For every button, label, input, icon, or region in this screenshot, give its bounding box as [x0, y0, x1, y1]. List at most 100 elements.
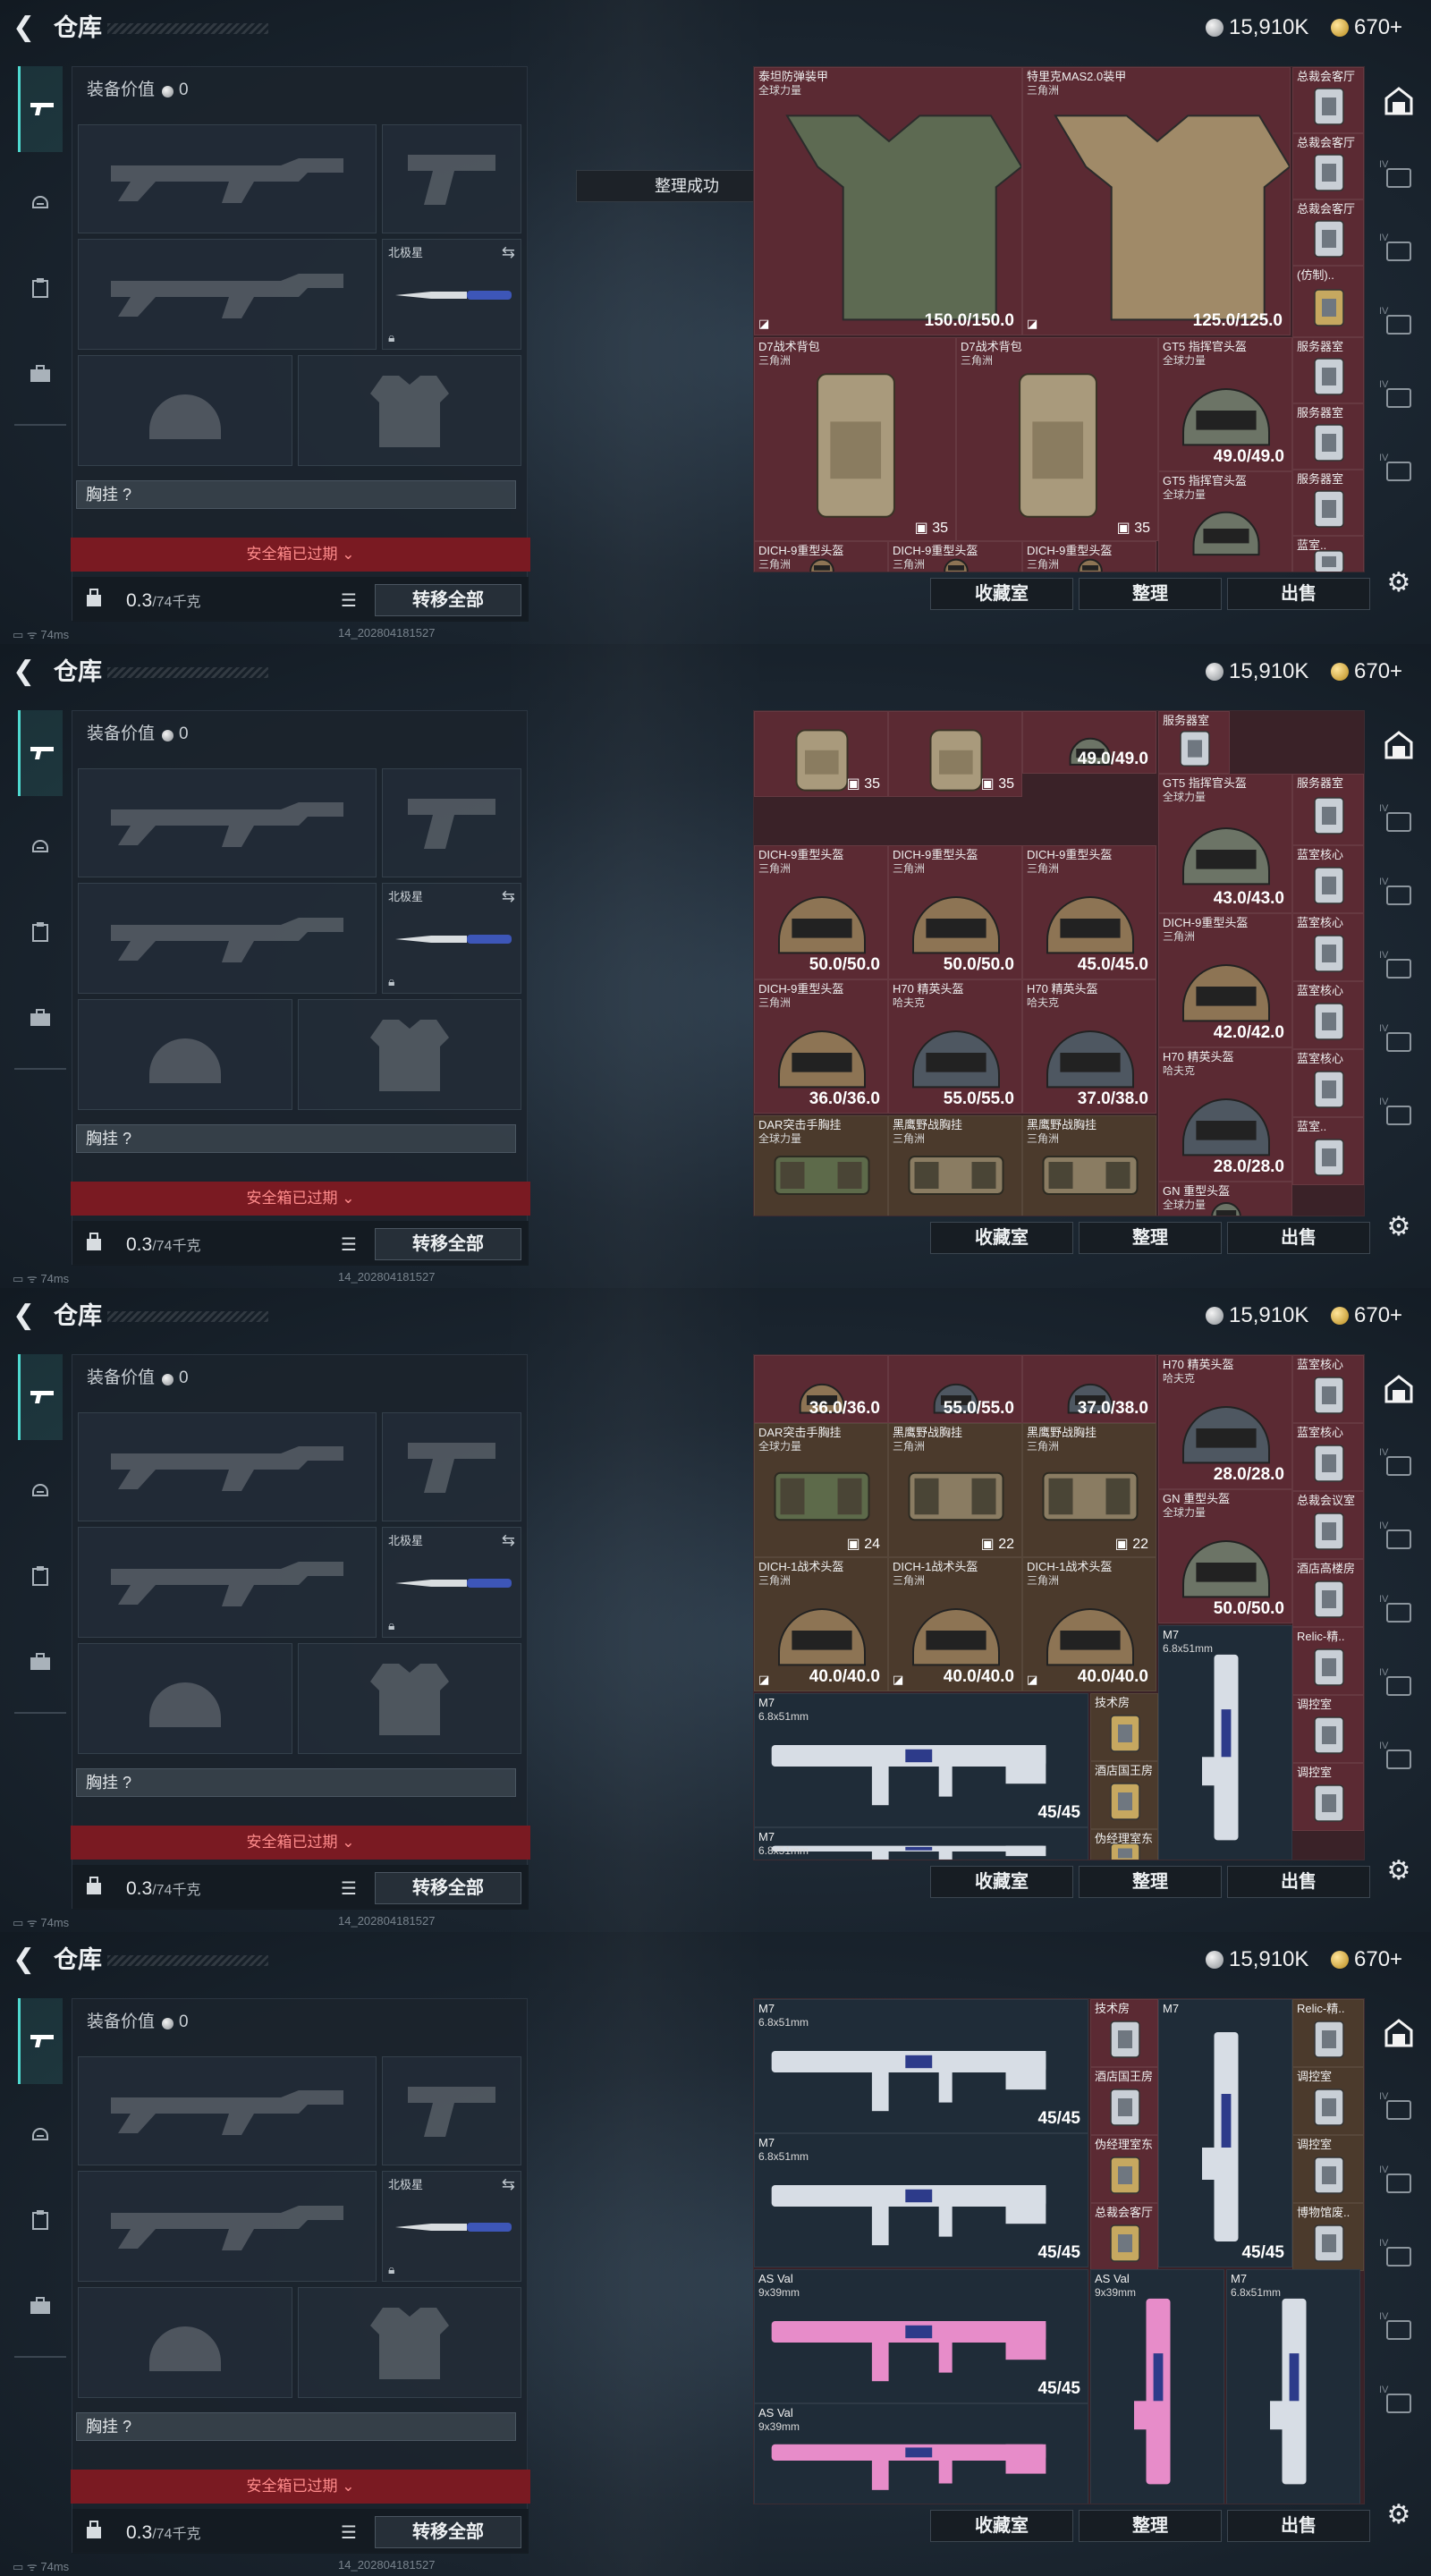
list-icon[interactable]: ☰	[341, 1233, 357, 1256]
stash-item[interactable]: 蓝室..	[1292, 536, 1364, 572]
secondary-weapon-slot[interactable]	[78, 2171, 377, 2282]
stash-item[interactable]: AS Val 9x39mm	[754, 2403, 1088, 2504]
stash-item[interactable]: D7战术背包 三角洲 ▣ 35	[956, 337, 1158, 541]
warehouse-icon[interactable]	[1383, 1374, 1415, 1406]
tab-armor[interactable]	[18, 2111, 63, 2157]
stash-item[interactable]: 服务器室	[1158, 711, 1230, 774]
swap-icon[interactable]: ⇆	[502, 243, 515, 262]
stash-item[interactable]: DICH-9重型头盔 三角洲 50.0/50.0	[888, 845, 1022, 979]
stash-item[interactable]: Relic-精..	[1292, 1999, 1364, 2067]
stash-item[interactable]: 伪经理室东	[1090, 1829, 1158, 1860]
tab-weapons[interactable]	[18, 710, 63, 796]
rail-slot-3[interactable]: IV	[1379, 302, 1418, 356]
helmet-slot[interactable]	[78, 999, 292, 1110]
armor-slot[interactable]	[298, 2287, 521, 2398]
melee-slot[interactable]: 北极星 ⇆ 🔒︎	[382, 239, 521, 350]
stash-item[interactable]: GT5 指挥官头盔 全球力量 49.0/49.0	[1158, 337, 1292, 471]
stash-item[interactable]: 55.0/55.0	[888, 1355, 1022, 1423]
stash-item[interactable]: 技术房	[1090, 1693, 1158, 1761]
rail-slot-1[interactable]: IV	[1379, 1444, 1418, 1497]
sort-button[interactable]: 整理	[1079, 1866, 1222, 1898]
stash-item[interactable]: DICH-9重型头盔 三角洲 42.0/42.0	[1158, 913, 1292, 1047]
stash-item[interactable]: ▣ 35	[754, 711, 888, 797]
primary-weapon-slot[interactable]	[78, 124, 377, 233]
stash-item[interactable]: 服务器室	[1292, 403, 1364, 470]
rail-slot-3[interactable]: IV	[1379, 946, 1418, 1000]
list-icon[interactable]: ☰	[341, 2521, 357, 2544]
stash-item[interactable]: M7 6.8x51mm	[1226, 2269, 1360, 2504]
tab-items[interactable]	[18, 1639, 63, 1685]
swap-icon[interactable]: ⇆	[502, 1531, 515, 1550]
gear-icon[interactable]: ⚙	[1383, 1855, 1415, 1887]
stash-item[interactable]: GN 重型头盔 全球力量	[1158, 1182, 1292, 1216]
rail-slot-5[interactable]: IV	[1379, 2381, 1418, 2435]
collection-room-button[interactable]: 收藏室	[930, 578, 1073, 610]
melee-slot[interactable]: 北极星 ⇆ 🔒︎	[382, 2171, 521, 2282]
chest-rig-slot[interactable]: 胸挂 ?	[76, 480, 516, 509]
stash-item[interactable]: DICH-9重型头盔 三角洲 50.0/50.0	[754, 845, 888, 979]
pistol-slot[interactable]	[382, 2056, 521, 2165]
gold-currency[interactable]: 670+	[1331, 1301, 1402, 1331]
secondary-weapon-slot[interactable]	[78, 239, 377, 350]
stash-item[interactable]: 37.0/38.0	[1022, 1355, 1156, 1423]
chest-rig-slot[interactable]: 胸挂 ?	[76, 2412, 516, 2441]
rail-slot-3[interactable]: IV	[1379, 1590, 1418, 1644]
stash-item[interactable]: H70 精英头盔 哈夫克 28.0/28.0	[1158, 1355, 1292, 1489]
stash-item[interactable]: DICH-1战术头盔 三角洲 40.0/40.0 ◪	[754, 1557, 888, 1691]
stash-item[interactable]: 酒店国王房	[1090, 2067, 1158, 2135]
tab-consumables[interactable]	[18, 265, 63, 311]
armor-slot[interactable]	[298, 999, 521, 1110]
stash-item[interactable]: DAR突击手胸挂 全球力量	[754, 1115, 888, 1216]
stash-item[interactable]: 蓝室..	[1292, 1117, 1364, 1185]
sell-button[interactable]: 出售	[1227, 578, 1370, 610]
stash-item[interactable]: GN 重型头盔 全球力量 50.0/50.0	[1158, 1489, 1292, 1623]
gear-icon[interactable]: ⚙	[1383, 1211, 1415, 1243]
stash-item[interactable]: D7战术背包 三角洲 ▣ 35	[754, 337, 956, 541]
sell-button[interactable]: 出售	[1227, 2510, 1370, 2542]
secondary-weapon-slot[interactable]	[78, 1527, 377, 1638]
stash-item[interactable]: 蓝室核心	[1292, 845, 1364, 913]
stash-item[interactable]: 服务器室	[1292, 470, 1364, 536]
stash-item[interactable]: M7 6.8x51mm 45/45	[754, 1999, 1088, 2133]
stash-item[interactable]: H70 精英头盔 哈夫克 55.0/55.0	[888, 979, 1022, 1114]
rail-slot-5[interactable]: IV	[1379, 1737, 1418, 1791]
stash-item[interactable]: GT5 指挥官头盔 全球力量	[1158, 471, 1292, 572]
collection-room-button[interactable]: 收藏室	[930, 2510, 1073, 2542]
stash-item[interactable]: 总裁会客厅	[1292, 199, 1364, 266]
warehouse-icon[interactable]	[1383, 730, 1415, 762]
rail-slot-5[interactable]: IV	[1379, 1093, 1418, 1147]
safebox-expired-banner[interactable]: 安全箱已过期 ⌄	[71, 1826, 530, 1860]
safebox-expired-banner[interactable]: 安全箱已过期 ⌄	[71, 1182, 530, 1216]
rail-slot-3[interactable]: IV	[1379, 2234, 1418, 2288]
stash-item[interactable]: 技术房	[1090, 1999, 1158, 2067]
move-all-button[interactable]: 转移全部	[375, 1872, 521, 1904]
tab-armor[interactable]	[18, 1467, 63, 1513]
stash-item[interactable]: 黑鹰野战胸挂 三角洲 ▣ 22	[888, 1423, 1022, 1557]
rail-slot-2[interactable]: IV	[1379, 1517, 1418, 1571]
stash-item[interactable]: M7 6.8x51mm	[754, 1827, 1088, 1860]
stash-item[interactable]: 蓝室核心	[1292, 981, 1364, 1049]
melee-slot[interactable]: 北极星 ⇆ 🔒︎	[382, 883, 521, 994]
gear-icon[interactable]: ⚙	[1383, 567, 1415, 599]
armor-slot[interactable]	[298, 1643, 521, 1754]
sort-button[interactable]: 整理	[1079, 578, 1222, 610]
stash-item[interactable]: DAR突击手胸挂 全球力量 ▣ 24	[754, 1423, 888, 1557]
stash-item[interactable]: 蓝室核心	[1292, 1423, 1364, 1491]
stash-item[interactable]: 服务器室	[1292, 774, 1364, 845]
stash-item[interactable]: 调控室	[1292, 2135, 1364, 2203]
stash-item[interactable]: 总裁会客厅	[1292, 133, 1364, 199]
tab-weapons[interactable]	[18, 1354, 63, 1440]
stash-item[interactable]: M7 6.8x51mm	[1158, 1625, 1292, 1860]
stash-item[interactable]: 调控室	[1292, 2067, 1364, 2135]
stash-item[interactable]: DICH-1战术头盔 三角洲 40.0/40.0 ◪	[1022, 1557, 1156, 1691]
stash-item[interactable]: M7 45/45	[1158, 1999, 1292, 2267]
rail-slot-4[interactable]: IV	[1379, 1664, 1418, 1717]
stash-item[interactable]: H70 精英头盔 哈夫克 37.0/38.0	[1022, 979, 1156, 1114]
warehouse-icon[interactable]	[1383, 2018, 1415, 2050]
primary-weapon-slot[interactable]	[78, 1412, 377, 1521]
safebox-expired-banner[interactable]: 安全箱已过期 ⌄	[71, 538, 530, 572]
sort-button[interactable]: 整理	[1079, 1222, 1222, 1254]
stash-item[interactable]: M7 6.8x51mm 45/45	[754, 1693, 1088, 1827]
rail-slot-2[interactable]: IV	[1379, 229, 1418, 283]
tab-weapons[interactable]	[18, 1998, 63, 2084]
